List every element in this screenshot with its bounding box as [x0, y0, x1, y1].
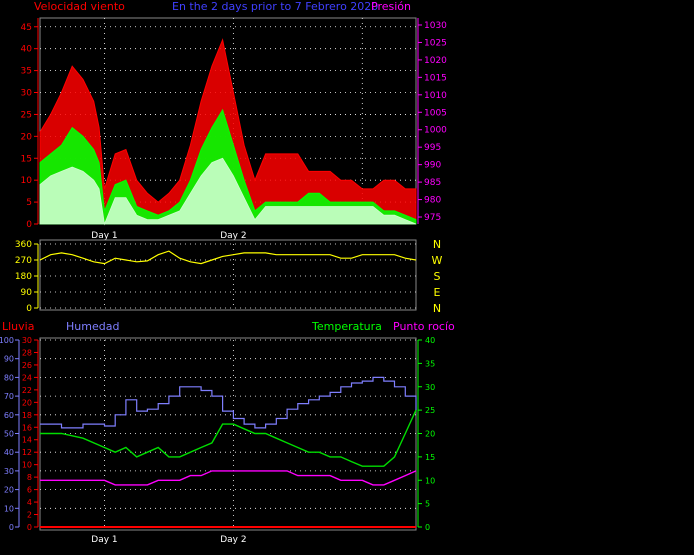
temperature-tick-label: 0	[425, 523, 430, 532]
period-label: En the 2 days prior to 7 Febrero 2020	[172, 0, 378, 13]
temperature-tick-label: 5	[425, 500, 430, 509]
pressure-tick-label: 1030	[424, 21, 447, 31]
rain-tick-label: 8	[27, 473, 32, 482]
rain-tick-label: 28	[22, 348, 32, 357]
rain-tick-label: 0	[27, 523, 32, 532]
pressure-tick-label: 1020	[424, 56, 447, 66]
direction-tick-label: 270	[15, 256, 32, 266]
humidity-tick-label: 10	[4, 504, 14, 513]
wind-tick-label: 45	[21, 23, 32, 33]
wind-tick-label: 40	[21, 45, 33, 55]
rain-tick-label: 18	[22, 411, 32, 420]
temperature-tick-label: 35	[425, 359, 435, 368]
pressure-tick-label: 1015	[424, 73, 447, 83]
climate-day-label: Day 1	[91, 535, 117, 545]
rain-tick-label: 12	[22, 448, 32, 457]
rain-tick-label: 6	[27, 486, 32, 495]
humidity-tick-label: 30	[4, 467, 14, 476]
pressure-tick-label: 1000	[424, 126, 447, 136]
rain-tick-label: 14	[22, 436, 32, 445]
pressure-label: Presión	[371, 0, 411, 13]
pressure-tick-label: 1010	[424, 91, 447, 101]
rain-tick-label: 24	[22, 373, 32, 382]
climate-day-label: Day 2	[220, 535, 246, 545]
rain-label: Lluvia	[2, 320, 34, 333]
rain-tick-label: 20	[22, 398, 32, 407]
compass-letter: N	[433, 238, 441, 251]
wind-tick-label: 5	[26, 198, 32, 208]
humidity-label: Humedad	[66, 320, 119, 333]
pressure-tick-label: 995	[424, 143, 441, 153]
pressure-tick-label: 985	[424, 178, 441, 188]
compass-letter: W	[432, 254, 443, 267]
humidity-tick-label: 20	[4, 486, 14, 495]
pressure-tick-label: 990	[424, 161, 441, 171]
temperature-tick-label: 40	[425, 336, 435, 345]
rain-tick-label: 16	[22, 423, 32, 432]
rain-tick-label: 2	[27, 511, 32, 520]
temperature-tick-label: 10	[425, 476, 435, 485]
pressure-tick-label: 975	[424, 213, 441, 223]
compass-letter: N	[433, 302, 441, 315]
wind-tick-label: 20	[21, 132, 33, 142]
temperature-tick-label: 25	[425, 406, 435, 415]
direction-tick-label: 180	[15, 272, 32, 282]
humidity-tick-label: 50	[4, 430, 14, 439]
direction-tick-label: 0	[26, 304, 32, 314]
rain-tick-label: 26	[22, 361, 32, 370]
direction-tick-label: 90	[21, 288, 33, 298]
pressure-tick-label: 980	[424, 196, 441, 206]
temperature-label: Temperatura	[311, 320, 382, 333]
wind-speed-label: Velocidad viento	[34, 0, 125, 13]
weather-chart: Velocidad viento En the 2 days prior to …	[0, 0, 455, 545]
humidity-tick-label: 0	[9, 523, 14, 532]
rain-tick-label: 10	[22, 461, 32, 470]
humidity-tick-label: 40	[4, 448, 14, 457]
temperature-tick-label: 30	[425, 383, 435, 392]
humidity-tick-label: 70	[4, 392, 14, 401]
humidity-tick-label: 90	[4, 355, 14, 364]
direction-panel	[39, 239, 417, 311]
wind-tick-label: 0	[26, 220, 32, 230]
temperature-tick-label: 15	[425, 453, 435, 462]
wind-tick-label: 25	[21, 110, 32, 120]
rain-tick-label: 4	[27, 498, 32, 507]
pressure-tick-label: 1025	[424, 38, 447, 48]
direction-tick-label: 360	[15, 240, 32, 250]
humidity-tick-label: 60	[4, 411, 14, 420]
temperature-tick-label: 20	[425, 430, 435, 439]
wind-tick-label: 35	[21, 67, 32, 77]
compass-letter: S	[434, 270, 441, 283]
wind-tick-label: 10	[21, 176, 33, 186]
rain-tick-label: 22	[22, 386, 32, 395]
humidity-tick-label: 100	[0, 336, 14, 345]
wind-tick-label: 15	[21, 154, 32, 164]
climate-panel	[39, 337, 417, 531]
dewpoint-label: Punto rocío	[393, 320, 455, 333]
wind-tick-label: 30	[21, 89, 33, 99]
pressure-tick-label: 1005	[424, 108, 447, 118]
compass-letter: E	[434, 286, 441, 299]
humidity-tick-label: 80	[4, 373, 14, 382]
rain-tick-label: 30	[22, 336, 32, 345]
